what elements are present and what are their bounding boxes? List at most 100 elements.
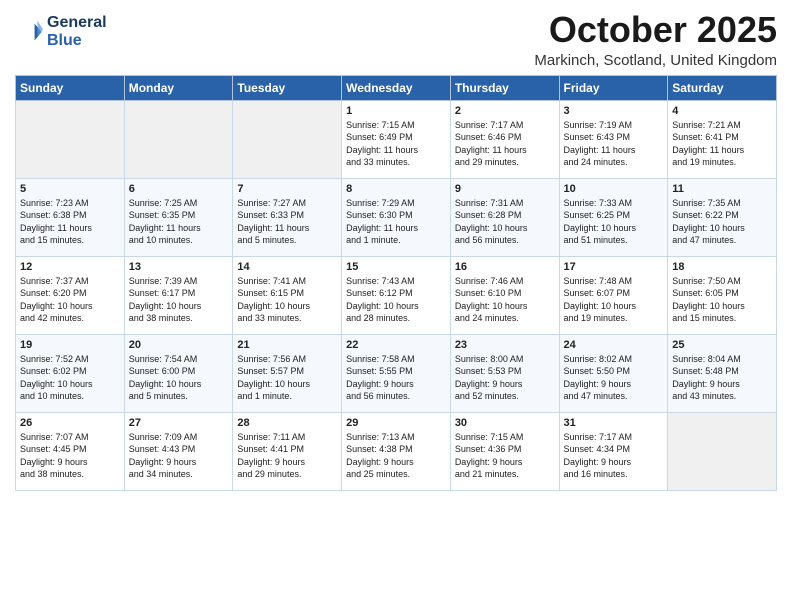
day-info: Sunrise: 7:31 AM Sunset: 6:28 PM Dayligh…: [455, 197, 555, 247]
calendar-cell: 1 Sunrise: 7:15 AM Sunset: 6:49 PM Daylig…: [342, 100, 451, 178]
calendar-cell: 29 Sunrise: 7:13 AM Sunset: 4:38 PM Dayli…: [342, 412, 451, 490]
calendar-cell: 22 Sunrise: 7:58 AM Sunset: 5:55 PM Dayli…: [342, 334, 451, 412]
day-number: 16: [455, 261, 555, 273]
col-tuesday: Tuesday: [233, 75, 342, 100]
day-info: Sunrise: 7:07 AM Sunset: 4:45 PM Dayligh…: [20, 431, 120, 481]
calendar-cell: 9 Sunrise: 7:31 AM Sunset: 6:28 PM Daylig…: [450, 178, 559, 256]
calendar-cell: [124, 100, 233, 178]
col-sunday: Sunday: [16, 75, 125, 100]
day-info: Sunrise: 7:35 AM Sunset: 6:22 PM Dayligh…: [672, 197, 772, 247]
day-number: 20: [129, 339, 229, 351]
day-info: Sunrise: 7:27 AM Sunset: 6:33 PM Dayligh…: [237, 197, 337, 247]
day-number: 10: [564, 183, 664, 195]
location-subtitle: Markinch, Scotland, United Kingdom: [534, 52, 777, 69]
calendar-cell: 30 Sunrise: 7:15 AM Sunset: 4:36 PM Dayli…: [450, 412, 559, 490]
day-number: 31: [564, 417, 664, 429]
calendar-cell: 20 Sunrise: 7:54 AM Sunset: 6:00 PM Dayli…: [124, 334, 233, 412]
week-row-5: 26 Sunrise: 7:07 AM Sunset: 4:45 PM Dayli…: [16, 412, 777, 490]
logo-text: General Blue: [47, 14, 107, 49]
page-container: General Blue October 2025 Markinch, Scot…: [0, 0, 792, 501]
week-row-2: 5 Sunrise: 7:23 AM Sunset: 6:38 PM Daylig…: [16, 178, 777, 256]
col-thursday: Thursday: [450, 75, 559, 100]
title-block: October 2025 Markinch, Scotland, United …: [534, 10, 777, 69]
day-info: Sunrise: 7:29 AM Sunset: 6:30 PM Dayligh…: [346, 197, 446, 247]
day-number: 3: [564, 105, 664, 117]
day-number: 12: [20, 261, 120, 273]
day-info: Sunrise: 7:23 AM Sunset: 6:38 PM Dayligh…: [20, 197, 120, 247]
day-info: Sunrise: 7:39 AM Sunset: 6:17 PM Dayligh…: [129, 275, 229, 325]
day-number: 8: [346, 183, 446, 195]
day-number: 19: [20, 339, 120, 351]
day-info: Sunrise: 7:11 AM Sunset: 4:41 PM Dayligh…: [237, 431, 337, 481]
week-row-3: 12 Sunrise: 7:37 AM Sunset: 6:20 PM Dayli…: [16, 256, 777, 334]
calendar-cell: 21 Sunrise: 7:56 AM Sunset: 5:57 PM Dayli…: [233, 334, 342, 412]
day-number: 21: [237, 339, 337, 351]
week-row-4: 19 Sunrise: 7:52 AM Sunset: 6:02 PM Dayli…: [16, 334, 777, 412]
calendar-cell: 14 Sunrise: 7:41 AM Sunset: 6:15 PM Dayli…: [233, 256, 342, 334]
month-title: October 2025: [534, 10, 777, 50]
day-info: Sunrise: 7:21 AM Sunset: 6:41 PM Dayligh…: [672, 119, 772, 169]
day-number: 15: [346, 261, 446, 273]
day-number: 24: [564, 339, 664, 351]
calendar-cell: 12 Sunrise: 7:37 AM Sunset: 6:20 PM Dayli…: [16, 256, 125, 334]
day-number: 5: [20, 183, 120, 195]
calendar-cell: 11 Sunrise: 7:35 AM Sunset: 6:22 PM Dayli…: [668, 178, 777, 256]
week-row-1: 1 Sunrise: 7:15 AM Sunset: 6:49 PM Daylig…: [16, 100, 777, 178]
day-info: Sunrise: 7:41 AM Sunset: 6:15 PM Dayligh…: [237, 275, 337, 325]
calendar-cell: 10Sunrise: 7:33 AM Sunset: 6:25 PM Dayli…: [559, 178, 668, 256]
header-row: Sunday Monday Tuesday Wednesday Thursday…: [16, 75, 777, 100]
day-info: Sunrise: 7:46 AM Sunset: 6:10 PM Dayligh…: [455, 275, 555, 325]
day-number: 22: [346, 339, 446, 351]
calendar-cell: 19 Sunrise: 7:52 AM Sunset: 6:02 PM Dayli…: [16, 334, 125, 412]
calendar-cell: 8 Sunrise: 7:29 AM Sunset: 6:30 PM Daylig…: [342, 178, 451, 256]
calendar-cell: 28 Sunrise: 7:11 AM Sunset: 4:41 PM Dayli…: [233, 412, 342, 490]
calendar-cell: [668, 412, 777, 490]
day-info: Sunrise: 7:09 AM Sunset: 4:43 PM Dayligh…: [129, 431, 229, 481]
day-info: Sunrise: 7:58 AM Sunset: 5:55 PM Dayligh…: [346, 353, 446, 403]
calendar-cell: 23 Sunrise: 8:00 AM Sunset: 5:53 PM Dayli…: [450, 334, 559, 412]
calendar-cell: 31 Sunrise: 7:17 AM Sunset: 4:34 PM Dayli…: [559, 412, 668, 490]
day-info: Sunrise: 7:17 AM Sunset: 4:34 PM Dayligh…: [564, 431, 664, 481]
calendar-cell: 25 Sunrise: 8:04 AM Sunset: 5:48 PM Dayli…: [668, 334, 777, 412]
calendar-cell: 17 Sunrise: 7:48 AM Sunset: 6:07 PM Dayli…: [559, 256, 668, 334]
day-info: Sunrise: 7:25 AM Sunset: 6:35 PM Dayligh…: [129, 197, 229, 247]
day-info: Sunrise: 7:15 AM Sunset: 6:49 PM Dayligh…: [346, 119, 446, 169]
day-info: Sunrise: 7:17 AM Sunset: 6:46 PM Dayligh…: [455, 119, 555, 169]
day-number: 27: [129, 417, 229, 429]
calendar-cell: 18 Sunrise: 7:50 AM Sunset: 6:05 PM Dayli…: [668, 256, 777, 334]
day-number: 28: [237, 417, 337, 429]
calendar-cell: 26 Sunrise: 7:07 AM Sunset: 4:45 PM Dayli…: [16, 412, 125, 490]
day-number: 23: [455, 339, 555, 351]
day-number: 26: [20, 417, 120, 429]
col-friday: Friday: [559, 75, 668, 100]
day-info: Sunrise: 7:15 AM Sunset: 4:36 PM Dayligh…: [455, 431, 555, 481]
day-number: 13: [129, 261, 229, 273]
day-info: Sunrise: 7:50 AM Sunset: 6:05 PM Dayligh…: [672, 275, 772, 325]
calendar-cell: 15Sunrise: 7:43 AM Sunset: 6:12 PM Dayli…: [342, 256, 451, 334]
calendar-cell: 13 Sunrise: 7:39 AM Sunset: 6:17 PM Dayli…: [124, 256, 233, 334]
day-number: 11: [672, 183, 772, 195]
day-number: 17: [564, 261, 664, 273]
day-number: 1: [346, 105, 446, 117]
day-info: Sunrise: 7:54 AM Sunset: 6:00 PM Dayligh…: [129, 353, 229, 403]
day-number: 4: [672, 105, 772, 117]
day-number: 7: [237, 183, 337, 195]
day-info: Sunrise: 8:04 AM Sunset: 5:48 PM Dayligh…: [672, 353, 772, 403]
calendar-cell: 2Sunrise: 7:17 AM Sunset: 6:46 PM Daylig…: [450, 100, 559, 178]
calendar-cell: [16, 100, 125, 178]
day-number: 9: [455, 183, 555, 195]
day-number: 25: [672, 339, 772, 351]
day-info: Sunrise: 7:13 AM Sunset: 4:38 PM Dayligh…: [346, 431, 446, 481]
day-info: Sunrise: 7:37 AM Sunset: 6:20 PM Dayligh…: [20, 275, 120, 325]
day-info: Sunrise: 7:52 AM Sunset: 6:02 PM Dayligh…: [20, 353, 120, 403]
calendar-cell: 16 Sunrise: 7:46 AM Sunset: 6:10 PM Dayli…: [450, 256, 559, 334]
day-number: 14: [237, 261, 337, 273]
day-number: 6: [129, 183, 229, 195]
day-info: Sunrise: 8:00 AM Sunset: 5:53 PM Dayligh…: [455, 353, 555, 403]
day-number: 29: [346, 417, 446, 429]
day-info: Sunrise: 7:56 AM Sunset: 5:57 PM Dayligh…: [237, 353, 337, 403]
day-info: Sunrise: 7:48 AM Sunset: 6:07 PM Dayligh…: [564, 275, 664, 325]
day-info: Sunrise: 7:19 AM Sunset: 6:43 PM Dayligh…: [564, 119, 664, 169]
day-number: 30: [455, 417, 555, 429]
day-number: 18: [672, 261, 772, 273]
